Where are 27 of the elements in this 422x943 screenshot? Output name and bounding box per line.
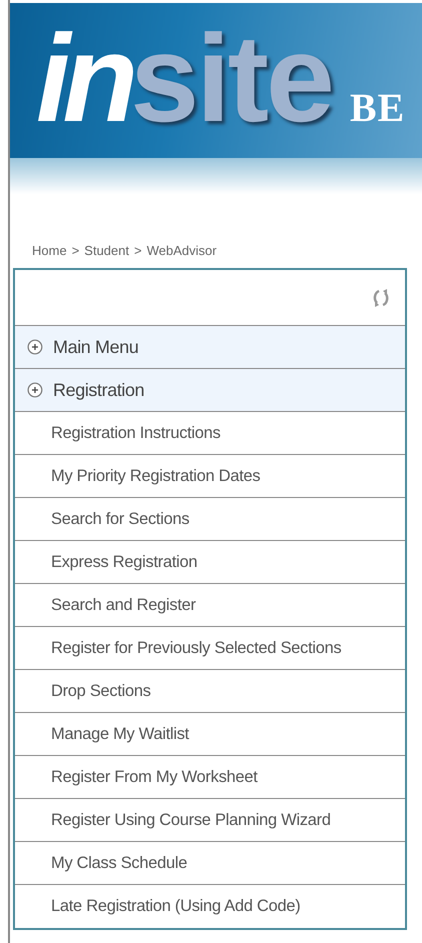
menu-item[interactable]: Registration Instructions	[15, 412, 405, 455]
breadcrumb-separator: >	[72, 243, 80, 259]
menu-section[interactable]: Main Menu	[15, 326, 405, 369]
refresh-icon[interactable]	[373, 288, 389, 308]
breadcrumb-link[interactable]: Home	[32, 243, 67, 259]
menu-item[interactable]: Manage My Waitlist	[15, 713, 405, 756]
menu-item[interactable]: My Priority Registration Dates	[15, 455, 405, 498]
menu-item[interactable]: Search for Sections	[15, 498, 405, 541]
menu-item[interactable]: Register for Previously Selected Sections	[15, 627, 405, 670]
section-label: Registration	[53, 380, 144, 400]
menu-item[interactable]: Register From My Worksheet	[15, 756, 405, 799]
expand-icon	[27, 339, 43, 355]
menu-item[interactable]: Late Registration (Using Add Code)	[15, 885, 405, 928]
breadcrumb-separator: >	[134, 243, 142, 259]
breadcrumb-link[interactable]: WebAdvisor	[146, 243, 217, 259]
logo-word: site	[130, 9, 332, 149]
breadcrumb-link[interactable]: Student	[84, 243, 130, 259]
menu-item[interactable]: Register Using Course Planning Wizard	[15, 799, 405, 842]
menu-item[interactable]: My Class Schedule	[15, 842, 405, 885]
menu-item[interactable]: Express Registration	[15, 541, 405, 584]
menu-section[interactable]: Registration	[15, 369, 405, 412]
expand-icon	[27, 382, 43, 398]
menu-item[interactable]: Search and Register	[15, 584, 405, 627]
logo-tail: BE	[350, 84, 406, 131]
menu-item[interactable]: Drop Sections	[15, 670, 405, 713]
logo-prefix: in	[36, 9, 130, 149]
section-label: Main Menu	[53, 336, 138, 358]
